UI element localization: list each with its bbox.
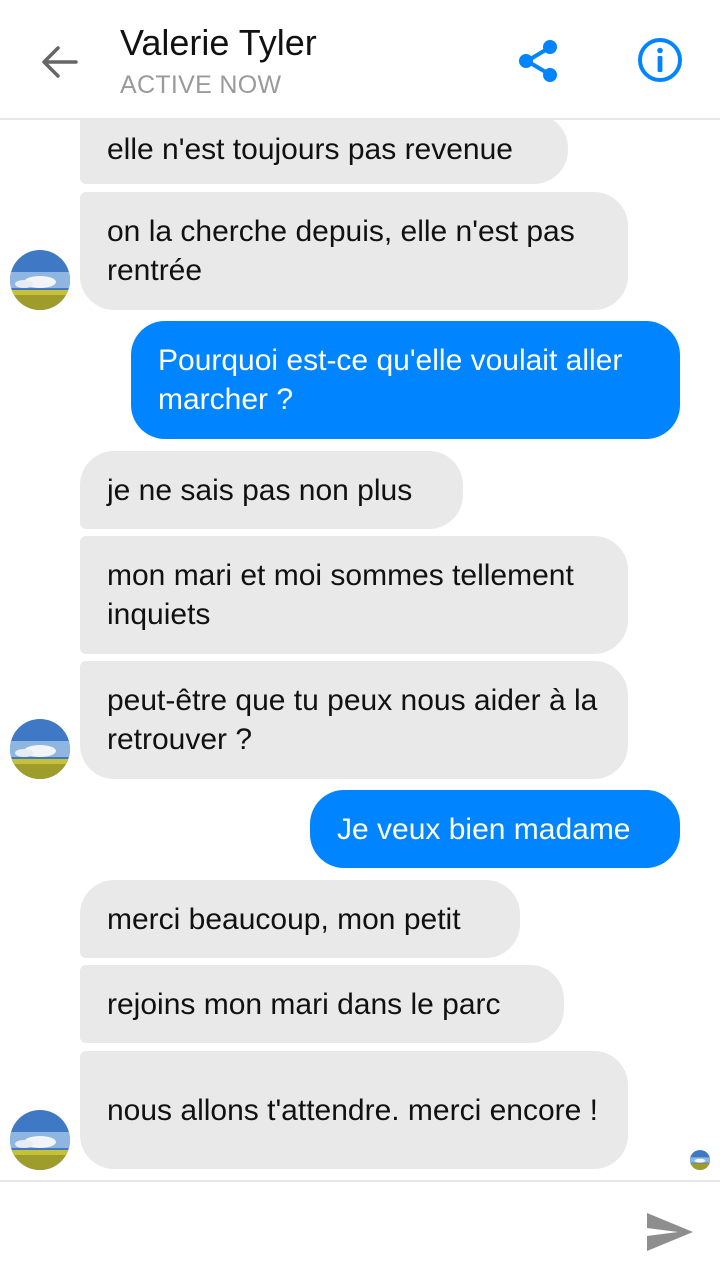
message-thread[interactable]: elle n'est toujours pas revenue on la ch… — [0, 120, 720, 1180]
message-text: rejoins mon mari dans le parc — [107, 987, 501, 1021]
message-text: mon mari et moi sommes tellement inquiet… — [107, 559, 574, 631]
incoming-message[interactable]: merci beaucoup, mon petit — [80, 880, 520, 958]
contact-avatar[interactable] — [10, 719, 70, 779]
incoming-message[interactable]: je ne sais pas non plus — [80, 451, 463, 529]
message-composer[interactable] — [0, 1180, 720, 1280]
incoming-message[interactable]: peut-être que tu peux nous aider à la re… — [80, 661, 628, 779]
message-text: nous allons t'attendre. merci encore ! — [107, 1093, 598, 1127]
contact-avatar[interactable] — [10, 250, 70, 310]
message-text: merci beaucoup, mon petit — [107, 902, 461, 936]
message-text: elle n'est toujours pas revenue — [107, 132, 513, 166]
send-button[interactable] — [644, 1210, 696, 1254]
share-icon — [519, 40, 557, 82]
message-text: Je veux bien madame — [337, 812, 631, 846]
back-button[interactable] — [36, 38, 84, 86]
message-text: peut-être que tu peux nous aider à la re… — [107, 684, 598, 756]
info-button[interactable] — [636, 36, 684, 84]
send-icon — [647, 1213, 693, 1251]
message-text: je ne sais pas non plus — [107, 473, 413, 507]
incoming-message[interactable]: elle n'est toujours pas revenue — [80, 120, 568, 184]
active-status: ACTIVE NOW — [120, 71, 282, 99]
incoming-message[interactable]: mon mari et moi sommes tellement inquiet… — [80, 536, 628, 654]
outgoing-message[interactable]: Pourquoi est-ce qu'elle voulait aller ma… — [131, 321, 680, 439]
arrow-left-icon — [42, 46, 78, 78]
info-icon — [638, 38, 682, 82]
chat-header: Valerie Tyler ACTIVE NOW — [0, 0, 720, 120]
incoming-message[interactable]: on la cherche depuis, elle n'est pas ren… — [80, 192, 628, 310]
incoming-message[interactable]: nous allons t'attendre. merci encore ! — [80, 1051, 628, 1169]
contact-title-block[interactable]: Valerie Tyler ACTIVE NOW — [120, 22, 317, 100]
outgoing-message[interactable]: Je veux bien madame — [310, 790, 680, 868]
seen-indicator-avatar — [690, 1150, 710, 1170]
message-text: Pourquoi est-ce qu'elle voulait aller ma… — [158, 344, 623, 416]
message-text: on la cherche depuis, elle n'est pas ren… — [107, 215, 575, 287]
contact-name: Valerie Tyler — [120, 22, 317, 63]
contact-avatar[interactable] — [10, 1110, 70, 1170]
incoming-message[interactable]: rejoins mon mari dans le parc — [80, 965, 564, 1043]
share-button[interactable] — [514, 36, 564, 86]
